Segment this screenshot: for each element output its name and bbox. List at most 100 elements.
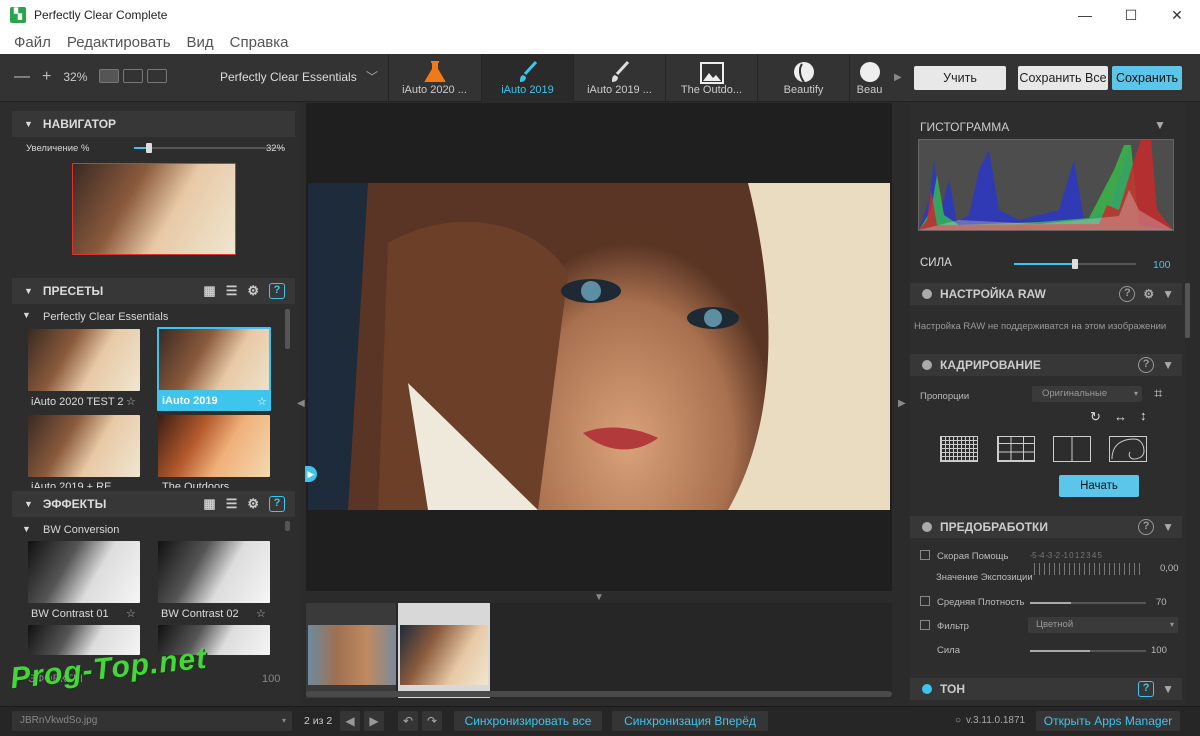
crop-ratio-select[interactable]: Оригинальные ▾: [1032, 386, 1142, 402]
help-icon[interactable]: ?: [1138, 357, 1155, 373]
collapse-left-panel-icon[interactable]: ◀: [297, 398, 305, 409]
open-apps-manager-button[interactable]: Открыть Apps Manager: [1036, 711, 1180, 731]
preset-tab-iauto-2020[interactable]: iAuto 2020 ...: [388, 54, 480, 102]
presets-scrollbar[interactable]: [285, 309, 290, 349]
preset-thumb-iauto-2019-re[interactable]: [28, 415, 140, 477]
exposure-dial[interactable]: [1034, 563, 1144, 575]
raw-settings-header[interactable]: НАСТРОЙКА RAW ? ⚙ ▼: [910, 283, 1182, 305]
list-view-icon[interactable]: ☰: [226, 283, 238, 299]
next-image-icon[interactable]: ▶: [364, 711, 384, 731]
effects-scrollbar[interactable]: [285, 521, 290, 531]
collapse-icon[interactable]: ▼: [24, 499, 33, 509]
navigator-zoom-slider[interactable]: [134, 143, 284, 153]
flip-vertical-icon[interactable]: ↕: [1140, 408, 1147, 423]
toggle-dot-icon[interactable]: [922, 522, 932, 532]
help-icon[interactable]: ?: [269, 496, 285, 512]
filter-select[interactable]: Цветной ▾: [1028, 617, 1178, 633]
learn-button[interactable]: Учить: [914, 66, 1006, 90]
chevron-down-icon[interactable]: ﹀: [366, 68, 378, 85]
help-icon[interactable]: ?: [1119, 286, 1136, 302]
save-button[interactable]: Сохранить: [1112, 66, 1182, 90]
toggle-dot-icon[interactable]: [922, 360, 932, 370]
navigator-header[interactable]: ▼ НАВИГАТОР: [12, 111, 295, 137]
effects-header[interactable]: ▼ ЭФФЕКТЫ ▦ ☰ ⚙ ?: [12, 491, 295, 517]
preprocessing-header[interactable]: ПРЕДОБРАБОТКИ ? ▼: [910, 516, 1182, 538]
preset-thumb-iauto-2020-test[interactable]: [28, 329, 140, 391]
star-icon[interactable]: ☆: [126, 607, 136, 620]
single-view-icon[interactable]: [99, 68, 120, 83]
filmstrip-scrollbar[interactable]: [306, 691, 892, 697]
crop-icon[interactable]: ⌗: [1154, 385, 1162, 402]
help-icon[interactable]: ?: [269, 283, 285, 299]
menu-help[interactable]: Справка: [230, 34, 289, 51]
collapse-right-panel-icon[interactable]: ▶: [898, 398, 906, 409]
collapse-icon[interactable]: ▼: [1162, 520, 1174, 534]
strength-slider[interactable]: [1014, 259, 1136, 269]
sync-forward-button[interactable]: Синхронизация Вперёд: [612, 711, 768, 731]
collapse-icon[interactable]: ▼: [24, 286, 33, 296]
save-all-button[interactable]: Сохранить Все: [1018, 66, 1108, 90]
filmstrip-thumb-2[interactable]: [400, 625, 488, 685]
prev-image-icon[interactable]: ◀: [340, 711, 360, 731]
filename-field[interactable]: JBRnVkwdSo.jpg ▾: [12, 711, 292, 731]
help-icon[interactable]: ?: [1138, 519, 1155, 535]
menu-file[interactable]: Файл: [14, 34, 51, 51]
collapse-filmstrip-icon[interactable]: ▼: [594, 592, 604, 603]
right-panel-scrollbar[interactable]: [1185, 283, 1190, 338]
collapse-icon[interactable]: ▼: [22, 524, 31, 534]
preset-group-select[interactable]: Perfectly Clear Essentials: [220, 70, 357, 84]
scroll-right-icon[interactable]: ▶: [894, 72, 902, 83]
toggle-dot-icon[interactable]: [922, 289, 932, 299]
presets-header[interactable]: ▼ ПРЕСЕТЫ ▦ ☰ ⚙ ?: [12, 278, 295, 304]
menu-edit[interactable]: Редактировать: [67, 34, 171, 51]
preset-tab-beautify-2[interactable]: Beau: [849, 54, 889, 102]
filter-strength-slider[interactable]: [1030, 650, 1146, 652]
star-icon[interactable]: ☆: [256, 607, 266, 620]
grid-quarters-icon[interactable]: [1053, 436, 1091, 462]
collapse-icon[interactable]: ▼: [1162, 287, 1174, 301]
collapse-icon[interactable]: ▼: [1162, 682, 1174, 696]
gear-icon[interactable]: ⚙: [247, 283, 259, 299]
histogram-menu-icon[interactable]: ▼: [1154, 118, 1166, 132]
filmstrip-thumb-1[interactable]: [308, 625, 396, 685]
flip-horizontal-icon[interactable]: ↔: [1114, 409, 1127, 424]
effect-thumb-bw-contrast-02[interactable]: [158, 541, 270, 603]
density-slider[interactable]: [1030, 602, 1146, 604]
effect-thumb-bw-contrast-01[interactable]: [28, 541, 140, 603]
grid-view-icon[interactable]: ▦: [203, 283, 215, 299]
side-by-side-view-icon[interactable]: [147, 68, 168, 83]
collapse-icon[interactable]: ▼: [22, 310, 31, 320]
main-photo[interactable]: [308, 183, 890, 510]
rotate-icon[interactable]: ↻: [1090, 409, 1101, 425]
golden-spiral-icon[interactable]: [1109, 436, 1147, 462]
redo-icon[interactable]: ↷: [422, 711, 442, 731]
crop-start-button[interactable]: Начать: [1059, 475, 1139, 497]
menu-view[interactable]: Вид: [187, 34, 214, 51]
info-icon[interactable]: ○: [955, 715, 961, 726]
gear-icon[interactable]: ⚙: [1143, 287, 1154, 301]
grid-view-icon[interactable]: ▦: [203, 496, 215, 512]
zoom-in-button[interactable]: +: [42, 68, 51, 86]
crop-header[interactable]: КАДРИРОВАНИЕ ? ▼: [910, 354, 1182, 376]
undo-icon[interactable]: ↶: [398, 711, 418, 731]
collapse-icon[interactable]: ▼: [1162, 358, 1174, 372]
toggle-dot-icon[interactable]: [922, 684, 932, 694]
split-view-icon[interactable]: [123, 68, 144, 83]
sync-all-button[interactable]: Синхронизировать все: [454, 711, 602, 731]
maximize-button[interactable]: ☐: [1108, 0, 1154, 30]
grid-thirds-icon[interactable]: [997, 436, 1035, 462]
gear-icon[interactable]: ⚙: [247, 496, 259, 512]
star-icon[interactable]: ☆: [126, 395, 136, 408]
filter-checkbox[interactable]: [920, 620, 930, 630]
preset-tab-beautify[interactable]: Beautify: [757, 54, 849, 102]
help-icon[interactable]: ?: [1138, 681, 1155, 697]
quick-help-checkbox[interactable]: [920, 550, 930, 560]
minimize-button[interactable]: —: [1062, 0, 1108, 30]
preset-thumb-outdoors[interactable]: [158, 415, 270, 477]
star-icon[interactable]: ☆: [257, 395, 267, 408]
collapse-icon[interactable]: ▼: [24, 119, 33, 129]
preset-tab-iauto-2019-re[interactable]: iAuto 2019 ...: [573, 54, 665, 102]
tone-header[interactable]: ТОН ? ▼: [910, 678, 1182, 700]
navigator-preview[interactable]: [72, 163, 236, 255]
preset-tab-iauto-2019[interactable]: iAuto 2019: [481, 54, 573, 102]
